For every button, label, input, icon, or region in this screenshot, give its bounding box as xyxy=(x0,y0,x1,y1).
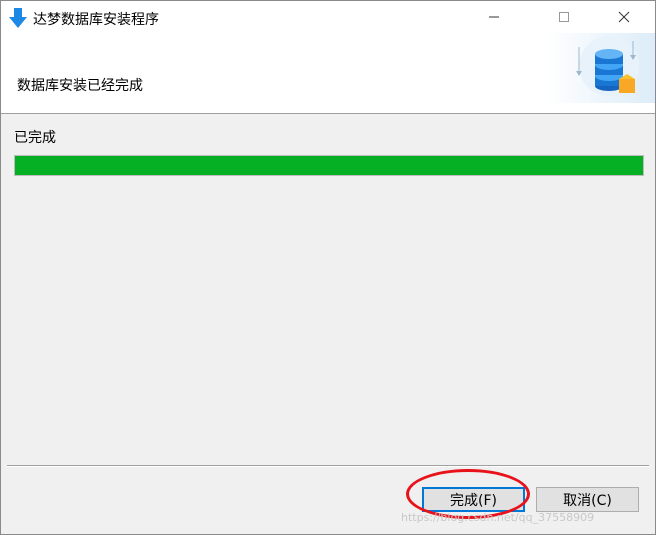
database-stack-icon xyxy=(547,33,655,103)
title-bar: 达梦数据库安装程序 xyxy=(1,1,655,33)
window-title: 达梦数据库安装程序 xyxy=(33,12,159,28)
footer-divider xyxy=(7,465,649,467)
watermark-text: https://blog.csdn.net/qq_37558909 xyxy=(401,511,595,524)
minimize-button[interactable] xyxy=(471,1,517,33)
progress-fill xyxy=(15,156,643,175)
download-arrow-icon xyxy=(9,8,27,28)
minimize-icon xyxy=(489,16,499,18)
install-progress-bar xyxy=(14,155,644,176)
maximize-button[interactable] xyxy=(541,1,587,33)
status-label: 已完成 xyxy=(14,130,56,146)
maximize-icon xyxy=(559,12,569,22)
close-button[interactable] xyxy=(601,1,647,33)
header-title: 数据库安装已经完成 xyxy=(17,78,143,94)
installer-window: 达梦数据库安装程序 数据库安装已经完成 已完成 完成(F) 取消(C) http… xyxy=(0,0,656,535)
wizard-header: 数据库安装已经完成 xyxy=(1,33,655,114)
cancel-button[interactable]: 取消(C) xyxy=(536,487,639,512)
finish-button[interactable]: 完成(F) xyxy=(422,487,525,512)
close-icon xyxy=(618,11,630,23)
